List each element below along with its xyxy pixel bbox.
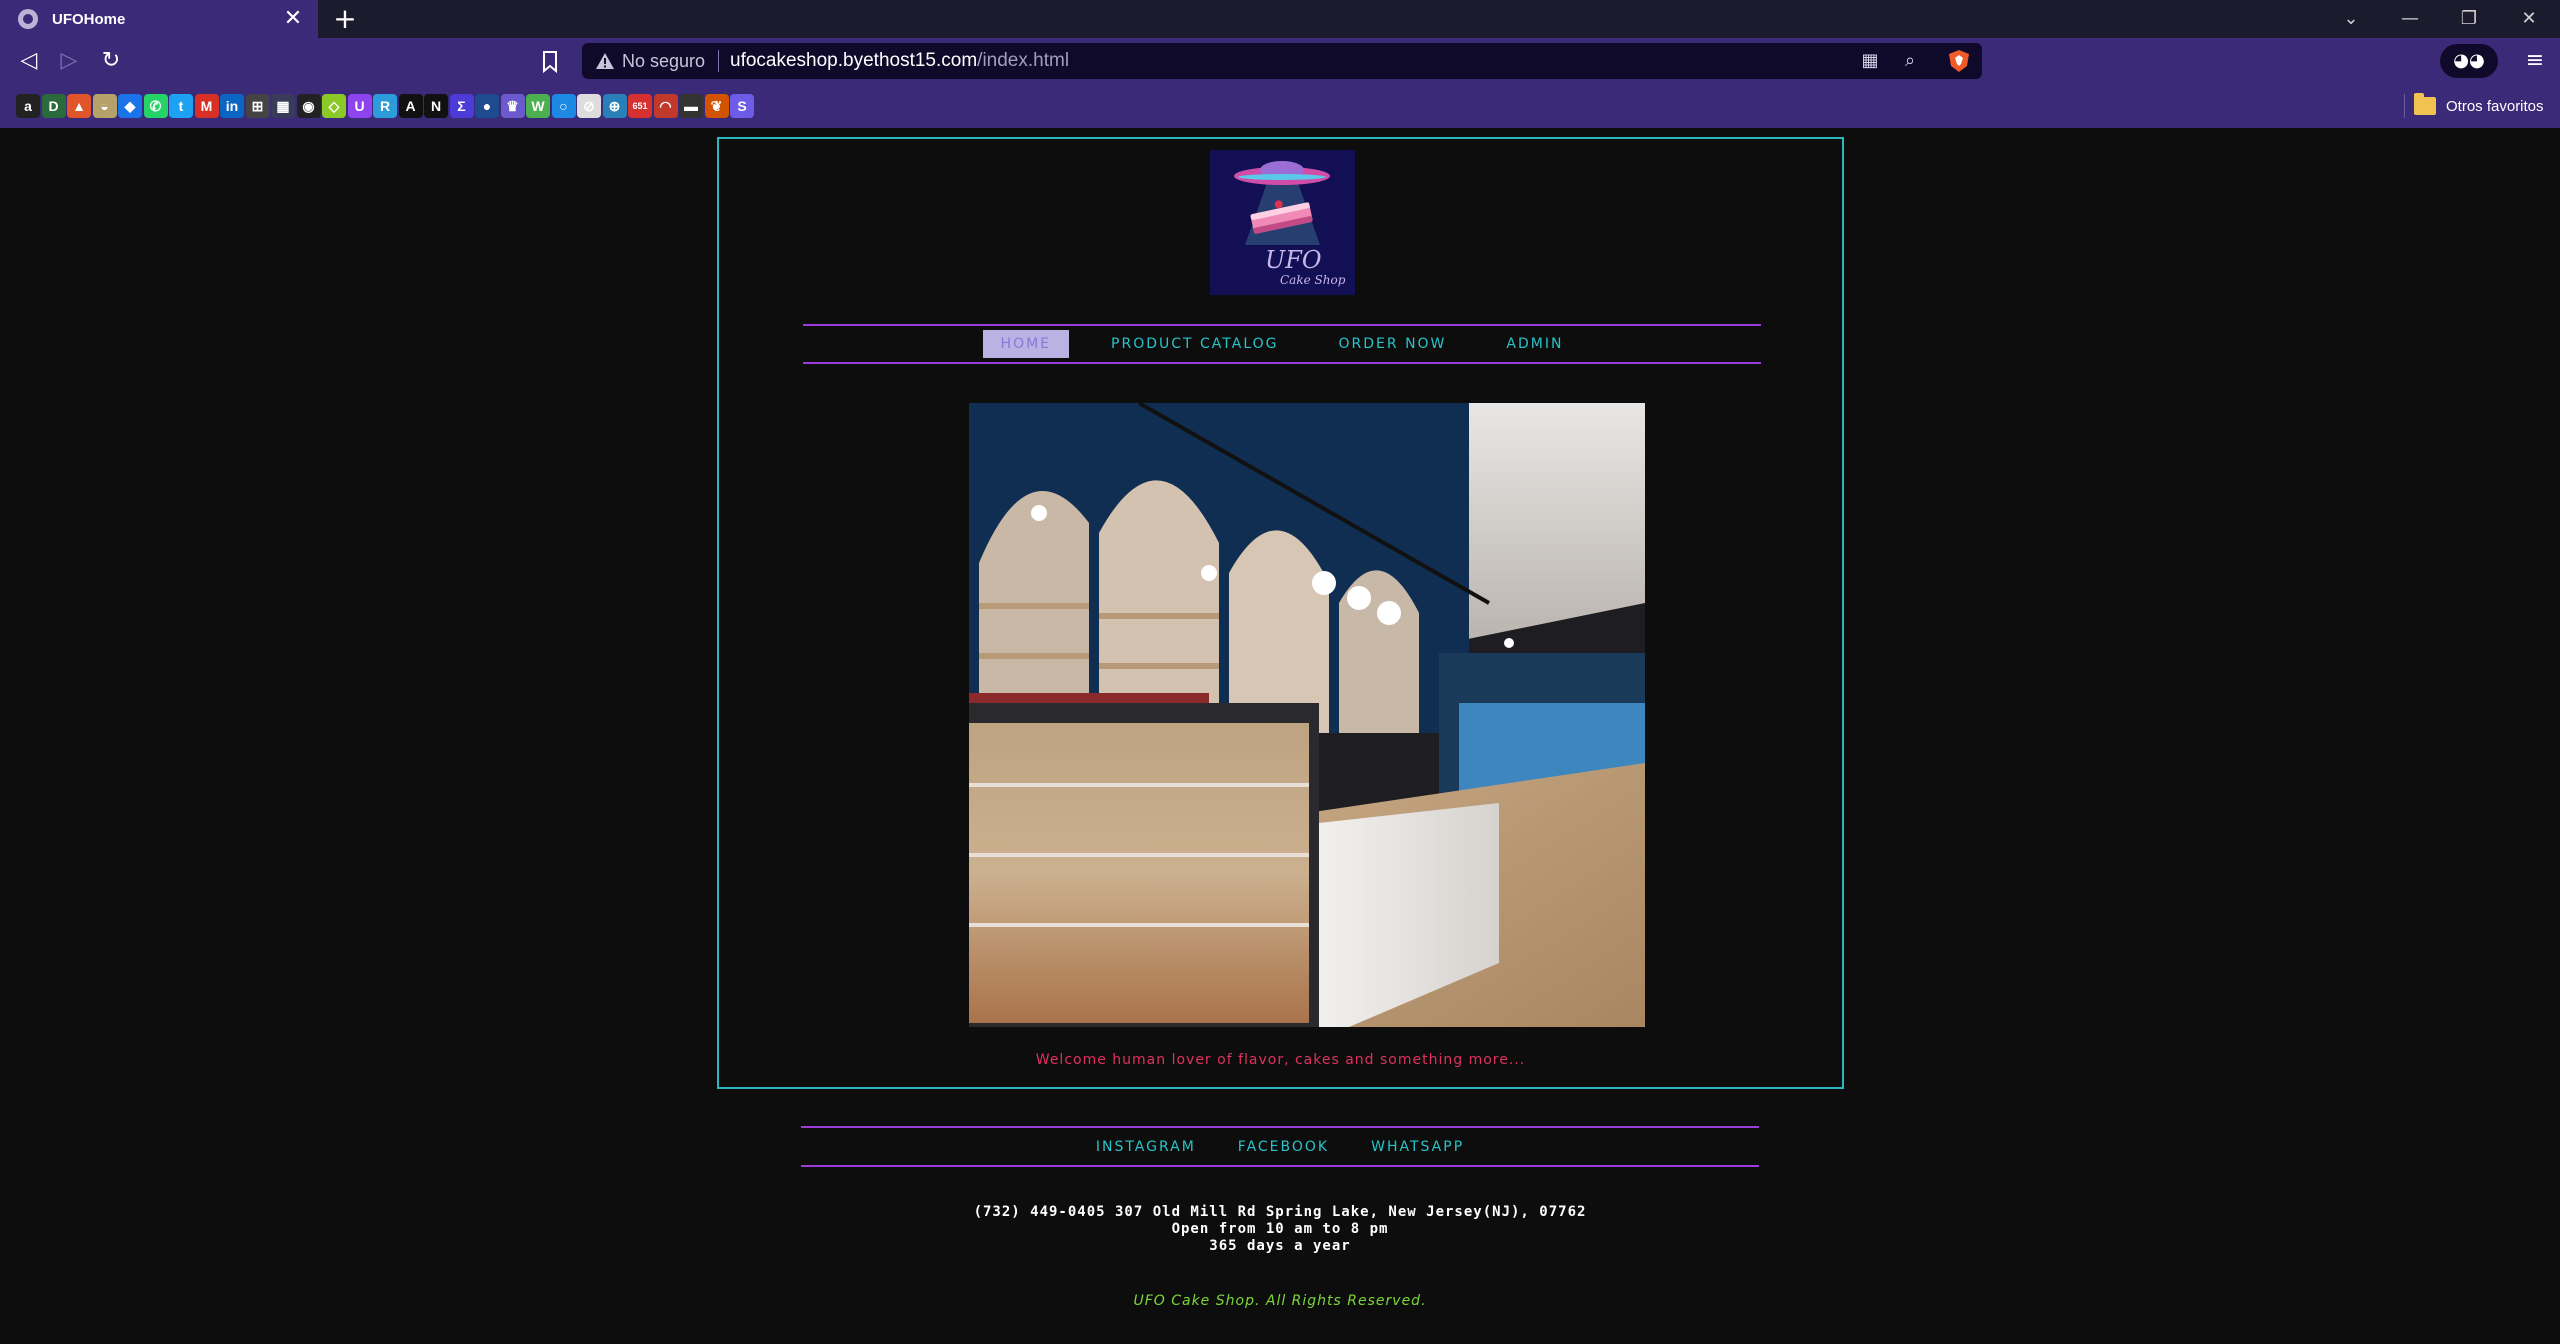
bookmark-13-icon[interactable]: ◇	[322, 94, 346, 118]
reload-button[interactable]: ↻	[96, 46, 126, 76]
hours-line: Open from 10 am to 8 pm	[1171, 1221, 1389, 1237]
amazon-icon[interactable]: a	[16, 94, 40, 118]
bookmark-18-icon[interactable]: Σ	[449, 94, 474, 118]
twitter-icon[interactable]: t	[169, 94, 193, 118]
address-bar[interactable]: No seguro ufocakeshop.byethost15.com/ind…	[582, 43, 1982, 79]
warning-icon	[596, 53, 614, 69]
nav-item-admin[interactable]: ADMIN	[1488, 330, 1581, 358]
bookmark-14-icon[interactable]: U	[347, 94, 372, 118]
bookmark-19-icon[interactable]: ●	[475, 94, 499, 118]
tab-favicon-icon	[18, 9, 38, 29]
bookmark-23-icon[interactable]: ⊘	[577, 94, 601, 118]
url-host: ufocakeshop.byethost15.com	[730, 50, 978, 71]
bookmark-25-icon[interactable]: 651	[628, 94, 652, 118]
bookmarks-bar: Otros favoritos a D ▲ ◒ ◆ ✆ t Min ⊞ ▦ ◉ ◇ U R A N Σ ● ♛ W ○ ⊘…	[0, 84, 2560, 128]
url-divider	[718, 50, 719, 72]
footer-link-facebook[interactable]: FACEBOOK	[1238, 1139, 1329, 1155]
bookmark-20-icon[interactable]: ♛	[500, 94, 525, 118]
qr-code-icon[interactable]: ▦	[1858, 49, 1882, 73]
footer-nav: INSTAGRAM FACEBOOK WHATSAPP	[801, 1126, 1759, 1167]
other-bookmarks-folder[interactable]: Otros favoritos	[2414, 93, 2544, 118]
bookmark-2-icon[interactable]: D	[41, 94, 66, 118]
bookmark-22-icon[interactable]: ○	[551, 94, 576, 118]
footer-link-whatsapp[interactable]: WHATSAPP	[1371, 1139, 1464, 1155]
bookmark-16-icon[interactable]: A	[398, 94, 423, 118]
bookmark-24-icon[interactable]: ⊕	[602, 94, 627, 118]
folder-label: Otros favoritos	[2446, 97, 2544, 115]
folder-icon	[2414, 93, 2436, 115]
bookmark-page-icon[interactable]	[535, 46, 565, 76]
whatsapp-icon[interactable]: ✆	[143, 94, 168, 118]
bookmarks-separator	[2404, 94, 2405, 118]
nav-item-order-now[interactable]: ORDER NOW	[1321, 330, 1465, 358]
zoom-icon[interactable]: ⌕	[1898, 49, 1922, 73]
bookmark-29-icon[interactable]: S	[730, 94, 754, 118]
security-status: No seguro	[622, 51, 706, 71]
menu-button[interactable]: ≡	[2520, 46, 2550, 76]
browser-toolbar: ◁ ▷ ↻ No seguro ufocakeshop.byethost15.c…	[0, 38, 2560, 84]
nav-item-home[interactable]: HOME	[982, 330, 1070, 358]
bookmark-27-icon[interactable]: ▬	[679, 94, 703, 118]
bakery-interior-photo	[969, 403, 1645, 1027]
forward-button[interactable]: ▷	[54, 46, 84, 76]
bookmark-15-icon[interactable]: R	[373, 94, 397, 118]
notion-icon[interactable]: N	[424, 94, 448, 118]
tab-close-icon[interactable]: ✕	[280, 6, 306, 32]
main-container: UFO Cake Shop HOME PRODUCT CATALOG ORDER N…	[717, 137, 1844, 1089]
private-mode-icon[interactable]: ◕◕	[2440, 44, 2498, 78]
bookmark-21-icon[interactable]: W	[526, 94, 550, 118]
maps-icon[interactable]: ◆	[118, 94, 142, 118]
page-viewport: UFO Cake Shop HOME PRODUCT CATALOG ORDER N…	[0, 128, 2560, 1344]
tab-search-button[interactable]: ⌄	[2322, 0, 2380, 38]
browser-tab[interactable]: UFOHome ✕	[0, 0, 318, 38]
restore-button[interactable]: ❐	[2440, 0, 2498, 38]
nav-item-product-catalog[interactable]: PRODUCT CATALOG	[1093, 330, 1296, 358]
address-line: (732) 449-0405 307 Old Mill Rd Spring La…	[973, 1204, 1587, 1220]
bookmark-28-icon[interactable]: ❦	[704, 94, 729, 118]
ufo-cake-shop-logo[interactable]: UFO Cake Shop	[1210, 150, 1355, 295]
gmail-icon[interactable]: M	[194, 94, 219, 118]
main-nav: HOME PRODUCT CATALOG ORDER NOW ADMIN	[803, 324, 1761, 364]
github-icon[interactable]: ◉	[296, 94, 321, 118]
back-button[interactable]: ◁	[14, 46, 44, 76]
logo-subtext: Cake Shop	[1280, 273, 1346, 287]
minimize-button[interactable]: —	[2381, 0, 2439, 38]
tab-title: UFOHome	[52, 10, 126, 28]
copyright-text: UFO Cake Shop. All Rights Reserved.	[1133, 1293, 1427, 1309]
bookmark-26-icon[interactable]: ◠	[653, 94, 678, 118]
days-line: 365 days a year	[1209, 1238, 1351, 1254]
brave-shield-icon[interactable]	[1946, 48, 1972, 74]
bookmark-10-icon[interactable]: ⊞	[245, 94, 270, 118]
linkedin-icon[interactable]: in	[220, 94, 244, 118]
bookmark-4-icon[interactable]: ◒	[92, 94, 117, 118]
footer-link-instagram[interactable]: INSTAGRAM	[1096, 1139, 1196, 1155]
url-text: ufocakeshop.byethost15.com/index.html	[730, 50, 1069, 72]
bookmark-11-icon[interactable]: ▦	[271, 94, 295, 118]
tab-strip: UFOHome ✕ + ⌄ — ❐ ✕	[0, 0, 2560, 38]
new-tab-button[interactable]: +	[330, 4, 360, 34]
welcome-message: Welcome human lover of flavor, cakes and…	[1035, 1052, 1526, 1068]
url-path: /index.html	[977, 50, 1070, 71]
contact-info: (732) 449-0405 307 Old Mill Rd Spring La…	[801, 1204, 1759, 1255]
bookmark-3-icon[interactable]: ▲	[67, 94, 91, 118]
logo-text: UFO	[1265, 246, 1322, 274]
window-close-button[interactable]: ✕	[2500, 0, 2558, 38]
